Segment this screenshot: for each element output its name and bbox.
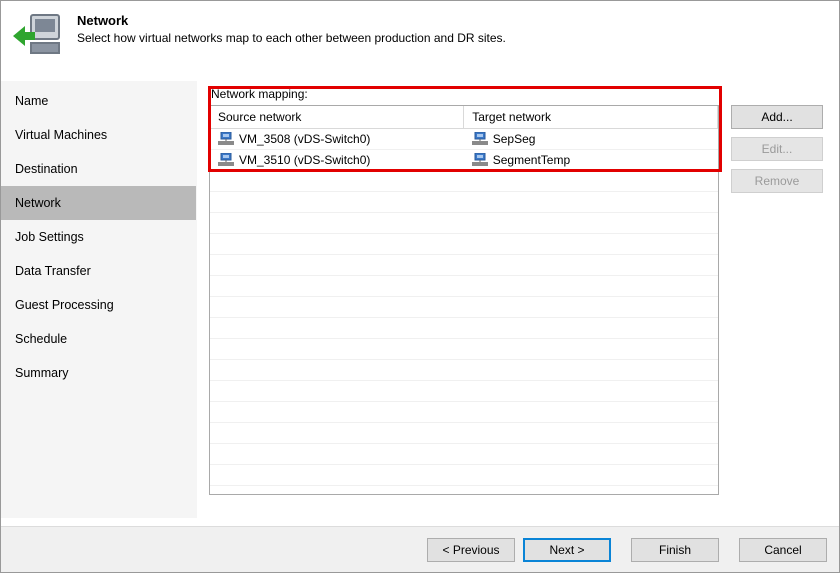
body: Name Virtual Machines Destination Networ… [1, 81, 839, 518]
network-icon [472, 132, 488, 146]
network-icon [218, 132, 234, 146]
header-text: Network Select how virtual networks map … [77, 11, 506, 45]
next-button[interactable]: Next > [523, 538, 611, 562]
network-mapping-label: Network mapping: [211, 87, 719, 101]
table-row-empty [210, 318, 718, 339]
network-mapping-table[interactable]: Source network Target network [209, 105, 719, 495]
table-row-empty [210, 465, 718, 486]
previous-button[interactable]: < Previous [427, 538, 515, 562]
network-icon [472, 153, 488, 167]
sidebar-item-guest-processing[interactable]: Guest Processing [1, 288, 196, 322]
table-row[interactable]: VM_3508 (vDS-Switch0) [210, 129, 718, 150]
page-title: Network [77, 13, 506, 28]
col-header-target[interactable]: Target network [464, 106, 718, 129]
table-row-empty [210, 360, 718, 381]
header: Network Select how virtual networks map … [1, 1, 839, 73]
sidebar-item-destination[interactable]: Destination [1, 152, 196, 186]
finish-button[interactable]: Finish [631, 538, 719, 562]
table-row-empty [210, 339, 718, 360]
table-row-empty [210, 276, 718, 297]
table-row-empty [210, 171, 718, 192]
network-wizard-icon [13, 11, 63, 61]
source-network-value: VM_3508 (vDS-Switch0) [239, 132, 370, 146]
edit-button: Edit... [731, 137, 823, 161]
wizard-footer: < Previous Next > Finish Cancel [1, 526, 839, 572]
table-row[interactable]: VM_3510 (vDS-Switch0) [210, 150, 718, 171]
table-row-empty [210, 444, 718, 465]
target-network-value: SepSeg [493, 132, 536, 146]
table-row-empty [210, 423, 718, 444]
cancel-button[interactable]: Cancel [739, 538, 827, 562]
sidebar-item-virtual-machines[interactable]: Virtual Machines [1, 118, 196, 152]
sidebar-item-job-settings[interactable]: Job Settings [1, 220, 196, 254]
table-header-row: Source network Target network [210, 106, 718, 129]
wizard-steps-sidebar: Name Virtual Machines Destination Networ… [1, 81, 197, 518]
table-row-empty [210, 192, 718, 213]
table-row-empty [210, 255, 718, 276]
main-content: Network mapping: Source network Target n… [197, 81, 731, 518]
table-row-empty [210, 213, 718, 234]
add-button[interactable]: Add... [731, 105, 823, 129]
sidebar-item-name[interactable]: Name [1, 84, 196, 118]
target-network-value: SegmentTemp [493, 153, 570, 167]
wizard-window: Network Select how virtual networks map … [0, 0, 840, 573]
table-row-empty [210, 381, 718, 402]
remove-button: Remove [731, 169, 823, 193]
col-header-source[interactable]: Source network [210, 106, 464, 129]
table-row-empty [210, 402, 718, 423]
sidebar-item-summary[interactable]: Summary [1, 356, 196, 390]
sidebar-item-schedule[interactable]: Schedule [1, 322, 196, 356]
table-row-empty [210, 234, 718, 255]
sidebar-item-network[interactable]: Network [1, 186, 196, 220]
network-icon [218, 153, 234, 167]
table-row-empty [210, 297, 718, 318]
action-buttons: Add... Edit... Remove [731, 81, 839, 518]
page-subtitle: Select how virtual networks map to each … [77, 31, 506, 45]
sidebar-item-data-transfer[interactable]: Data Transfer [1, 254, 196, 288]
source-network-value: VM_3510 (vDS-Switch0) [239, 153, 370, 167]
